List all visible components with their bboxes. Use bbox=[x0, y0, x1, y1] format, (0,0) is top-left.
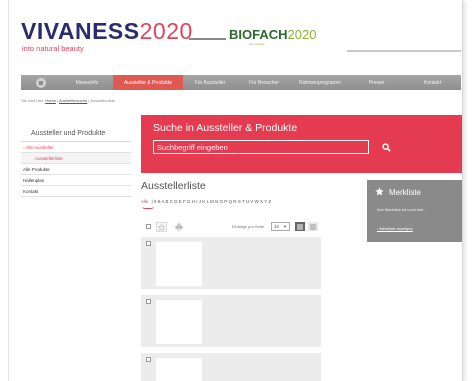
exhibitor-logo-placeholder bbox=[156, 300, 202, 344]
alphabet-all-link[interactable]: Alle bbox=[141, 199, 149, 204]
star-outline-icon bbox=[158, 223, 165, 231]
search-icon bbox=[381, 142, 391, 152]
page-frame: VIVANESS2020 into natural beauty BIOFACH… bbox=[8, 0, 463, 381]
sidebar-title: Aussteller und Produkte bbox=[21, 126, 131, 142]
header-rule bbox=[347, 50, 461, 52]
sidebar-item-alle-produkte[interactable]: Alle Produkte bbox=[21, 164, 131, 175]
vivaness-logo-year: 2020 bbox=[139, 18, 193, 44]
search-button[interactable] bbox=[379, 141, 393, 153]
biofach-logo-year: 2020 bbox=[287, 27, 317, 42]
biofach-subtitle: into organic bbox=[249, 42, 265, 46]
per-page-value: 10 bbox=[274, 224, 280, 229]
nav-item-rahmenprogramm[interactable]: Rahmenprogramm bbox=[291, 75, 349, 90]
home-icon bbox=[36, 77, 46, 88]
search-title: Suche in Aussteller & Produkte bbox=[153, 122, 298, 134]
search-panel: Suche in Aussteller & Produkte bbox=[141, 115, 462, 173]
list-title: Ausstellerliste bbox=[141, 180, 206, 192]
breadcrumb-separator: | bbox=[57, 98, 59, 103]
print-button[interactable] bbox=[173, 222, 184, 232]
grid-view-icon bbox=[310, 224, 316, 229]
tagline: into natural beauty bbox=[22, 44, 84, 53]
add-to-list-button[interactable] bbox=[156, 222, 167, 232]
exhibitor-row[interactable] bbox=[141, 295, 321, 347]
sidebar-item-alle-aussteller[interactable]: › Alle Aussteller bbox=[21, 142, 131, 153]
alphabet-filter: Alle | 0-9 A B C D E F G H I J K L M N O… bbox=[141, 199, 271, 204]
exhibitor-row[interactable] bbox=[141, 353, 321, 381]
breadcrumb-home-link[interactable]: Home bbox=[45, 98, 56, 103]
merkliste-panel: Merkliste Ihre Merkliste ist noch leer. … bbox=[367, 180, 462, 242]
nav-item-aussteller-produkte[interactable]: Aussteller & Produkte bbox=[113, 75, 183, 90]
main-nav: Messeinfo Aussteller & Produkte Für Auss… bbox=[21, 75, 461, 90]
merkliste-title: Merkliste bbox=[389, 188, 422, 197]
vivaness-logo-name: VIVANESS bbox=[21, 18, 140, 44]
sidebar: Aussteller und Produkte › Alle Ausstelle… bbox=[21, 126, 131, 197]
biofach-logo[interactable]: BIOFACH2020 bbox=[229, 28, 316, 41]
nav-home-button[interactable] bbox=[21, 75, 61, 90]
grid-view-button[interactable] bbox=[308, 222, 318, 231]
alphabet-active-marker bbox=[142, 206, 154, 209]
list-view-button[interactable] bbox=[295, 222, 305, 231]
sidebar-item-hallenplan[interactable]: Hallenplan bbox=[21, 175, 131, 186]
per-page-label: Einträge pro Seite bbox=[232, 224, 265, 229]
nav-item-presse[interactable]: Presse bbox=[349, 75, 404, 90]
select-all-checkbox[interactable] bbox=[146, 224, 151, 229]
per-page-select[interactable]: 10 ▼ bbox=[271, 222, 290, 231]
alphabet-letters[interactable]: | 0-9 A B C D E F G H I J K L M N O P Q … bbox=[152, 199, 272, 204]
nav-item-fuer-aussteller[interactable]: Für Aussteller bbox=[183, 75, 237, 90]
print-icon bbox=[174, 223, 183, 231]
star-icon bbox=[375, 187, 384, 196]
sidebar-item-ausstellerliste[interactable]: Ausstellerliste bbox=[21, 153, 131, 164]
list-view-icon bbox=[297, 224, 303, 229]
merkliste-show-link[interactable]: › Merkliste anzeigen bbox=[377, 226, 413, 231]
row-checkbox[interactable] bbox=[146, 241, 151, 246]
exhibitor-logo-placeholder bbox=[156, 242, 202, 286]
vivaness-logo[interactable]: VIVANESS2020 bbox=[21, 20, 193, 43]
logo-divider bbox=[189, 38, 226, 40]
breadcrumb-ausstellersuche-link[interactable]: Ausstellersuche bbox=[59, 98, 87, 103]
nav-item-fuer-besucher[interactable]: Für Besucher bbox=[237, 75, 291, 90]
search-input[interactable] bbox=[153, 140, 369, 154]
breadcrumb-current: Ausstellerliste bbox=[90, 98, 115, 103]
breadcrumb-prefix: Sie sind hier: bbox=[21, 98, 45, 103]
chevron-down-icon: ▼ bbox=[283, 224, 287, 229]
nav-item-kontakt[interactable]: Kontakt bbox=[404, 75, 461, 90]
merkliste-empty-text: Ihre Merkliste ist noch leer. bbox=[377, 207, 425, 212]
list-toolbar: Einträge pro Seite 10 ▼ bbox=[141, 222, 321, 234]
row-checkbox[interactable] bbox=[146, 357, 151, 362]
sidebar-item-kontakt[interactable]: Kontakt bbox=[21, 186, 131, 197]
breadcrumb: Sie sind hier: Home | Ausstellersuche | … bbox=[21, 98, 115, 103]
biofach-logo-name: BIOFACH bbox=[229, 27, 288, 42]
exhibitor-logo-placeholder bbox=[156, 358, 202, 381]
exhibitor-row[interactable] bbox=[141, 237, 321, 289]
nav-item-messeinfo[interactable]: Messeinfo bbox=[61, 75, 113, 90]
row-checkbox[interactable] bbox=[146, 299, 151, 304]
